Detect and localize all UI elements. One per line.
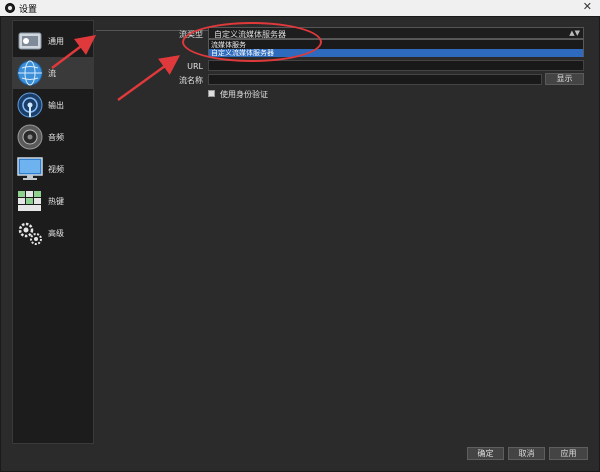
window-title: 设置: [19, 5, 38, 15]
sidebar-item-label: 通用: [48, 37, 64, 46]
sidebar-item-audio[interactable]: 音频: [13, 121, 93, 153]
stream-key-label: 流名称: [179, 76, 203, 85]
sidebar-item-advanced[interactable]: 高级: [13, 217, 93, 249]
settings-sidebar: 通用 流 输出 音频 视频 热键 高级: [12, 20, 94, 444]
sidebar-item-label: 热键: [48, 197, 64, 206]
apply-button[interactable]: 应用: [549, 447, 588, 460]
sidebar-item-label: 视频: [48, 165, 64, 174]
sidebar-item-label: 流: [48, 69, 56, 78]
cancel-button[interactable]: 取消: [508, 447, 545, 460]
sidebar-item-label: 高级: [48, 229, 64, 238]
sidebar-item-general[interactable]: 通用: [13, 25, 93, 57]
speaker-icon: [17, 124, 43, 150]
monitor-icon: [17, 157, 43, 180]
show-key-button[interactable]: 显示: [545, 73, 584, 85]
title-bar: 设置 ✕: [0, 0, 600, 16]
sidebar-item-output[interactable]: 输出: [13, 89, 93, 121]
stream-key-input[interactable]: [208, 74, 542, 85]
close-icon[interactable]: ✕: [583, 0, 592, 13]
auth-checkbox[interactable]: [208, 90, 215, 97]
globe-icon: [17, 60, 43, 86]
obs-app-icon: [5, 3, 15, 13]
sidebar-item-video[interactable]: 视频: [13, 153, 93, 185]
url-label: URL: [187, 62, 203, 71]
keyboard-icon: [18, 191, 41, 211]
ok-button[interactable]: 确定: [467, 447, 504, 460]
chevron-down-icon: ▲▼: [569, 29, 580, 37]
gear-panel-icon: [18, 32, 42, 50]
sidebar-item-hotkeys[interactable]: 热键: [13, 185, 93, 217]
sidebar-item-stream[interactable]: 流: [13, 57, 93, 89]
gears-icon: [18, 222, 42, 245]
broadcast-icon: [17, 92, 43, 118]
annotation-ellipse: [182, 22, 322, 62]
sidebar-item-label: 输出: [48, 101, 64, 110]
sidebar-item-label: 音频: [48, 133, 64, 142]
auth-checkbox-label: 使用身份验证: [220, 90, 268, 99]
